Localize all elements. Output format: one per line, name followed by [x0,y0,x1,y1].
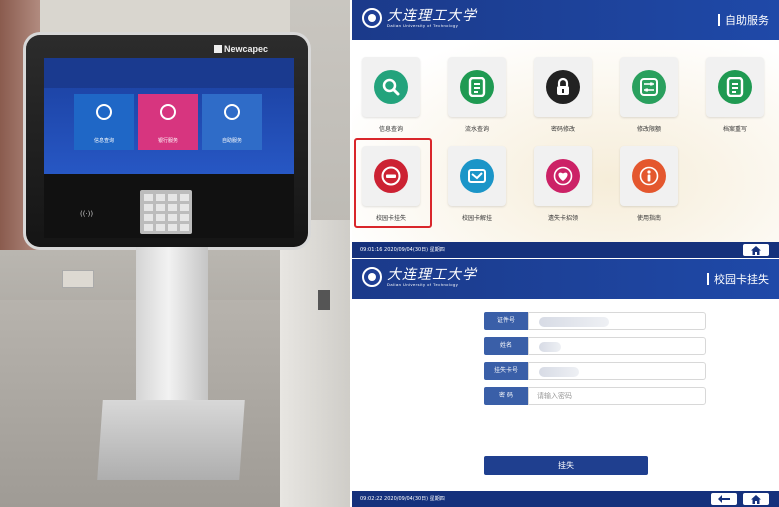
name-field[interactable] [528,337,706,355]
name-label: 姓名 [484,337,528,355]
tile-label: 遗失卡招领 [547,215,578,222]
tile-label: 信息查询 [378,126,403,133]
kiosk-tile-icon [224,104,240,120]
redacted-value [539,342,561,352]
name-row: 姓名 [484,337,706,355]
kiosk-tile-icon [160,104,176,120]
heart-icon [546,159,580,193]
page-title: 校园卡挂失 [707,271,769,287]
page-title: 自助服务 [718,12,769,28]
kiosk-tile: 银行服务 [138,94,198,150]
nfc-reader-icon: ((·)) [80,210,94,218]
tile-lost-and-found[interactable] [534,146,592,206]
card-number-field[interactable] [528,362,706,380]
tile-label: 密码修改 [550,126,575,133]
header: 大连理工大学 Dalian University of Technology 校… [352,259,779,299]
report-loss-button[interactable]: 挂失 [484,456,648,475]
redacted-value [539,367,579,377]
password-input[interactable] [528,387,706,405]
tile-label: 使用指南 [636,215,661,222]
sliders-icon [632,70,666,104]
card-number-row: 挂失卡号 [484,362,706,380]
tile-label: 流水查询 [464,126,489,133]
footer: 09:02:22 2020/09/04(30日) 星期四 [352,491,779,507]
kiosk-screen-header [44,58,294,88]
kiosk-tile: 信息查询 [74,94,134,150]
cabinet-slot [318,290,330,310]
kiosk-photo: Newcapec 信息查询 银行服务 自助服务 ((·)) [0,0,350,507]
minus-circle-icon [374,159,408,193]
document-icon [718,70,752,104]
menu-grid: 信息查询 流水查询 密码修改 修改限额 档案重写 校园卡挂失 校园卡解挂 遗失卡… [352,40,779,242]
tile-record-rewrite[interactable] [706,57,764,117]
kiosk-tile-label: 自助服务 [221,138,242,144]
search-icon [374,70,408,104]
document-icon [460,70,494,104]
id-number-label: 证件号 [484,312,528,330]
back-button[interactable] [711,493,737,505]
newcapec-logo-icon [214,45,222,53]
university-logo: 大连理工大学 Dalian University of Technology [362,8,477,28]
info-icon [632,159,666,193]
tile-label: 校园卡挂失 [375,215,406,222]
home-icon [751,246,761,255]
home-icon [751,495,761,504]
lock-icon [546,70,580,104]
tile-report-card-loss[interactable] [362,146,420,206]
back-arrow-icon [718,495,730,503]
pin-keypad [140,190,192,234]
id-number-row: 证件号 [484,312,706,330]
cabinet [280,220,350,507]
password-row: 密 码 [484,387,706,405]
tile-user-guide[interactable] [620,146,678,206]
university-seal-icon [362,267,382,287]
tile-label: 修改限额 [636,126,661,133]
header: 大连理工大学 Dalian University of Technology 自… [352,0,779,40]
footer: 09:01:16 2020/09/04(30日) 星期四 [352,242,779,258]
id-number-field[interactable] [528,312,706,330]
footer-timestamp: 09:01:16 2020/09/04(30日) 星期四 [360,247,445,253]
kiosk-tile-label: 银行服务 [157,138,178,144]
card-number-label: 挂失卡号 [484,362,528,380]
tile-modify-limit[interactable] [620,57,678,117]
home-button[interactable] [743,493,769,505]
tile-change-password[interactable] [534,57,592,117]
footer-timestamp: 09:02:22 2020/09/04(30日) 星期四 [360,496,445,502]
kiosk-brand: Newcapec [214,44,268,54]
university-seal-icon [362,8,382,28]
redacted-value [539,317,609,327]
password-label: 密 码 [484,387,528,405]
logo-chinese-name: 大连理工大学 [387,266,477,283]
mail-icon [460,159,494,193]
tile-info-query[interactable] [362,57,420,117]
report-loss-screen: 大连理工大学 Dalian University of Technology 校… [352,259,779,507]
tile-label: 校园卡解挂 [461,215,492,222]
kiosk-tile-label: 信息查询 [93,138,114,144]
kiosk-base [97,400,245,480]
home-button[interactable] [743,244,769,256]
tile-unfreeze-card[interactable] [448,146,506,206]
self-service-menu-screen: 大连理工大学 Dalian University of Technology 自… [352,0,779,258]
kiosk-tile-icon [96,104,112,120]
university-logo: 大连理工大学 Dalian University of Technology [362,267,477,287]
tile-label: 档案重写 [722,126,747,133]
kiosk-tile: 自助服务 [202,94,262,150]
kiosk-screen: 信息查询 银行服务 自助服务 [44,58,294,174]
wall-sign [62,270,94,288]
window [40,0,290,40]
tile-transaction-query[interactable] [448,57,506,117]
logo-chinese-name: 大连理工大学 [387,7,477,24]
